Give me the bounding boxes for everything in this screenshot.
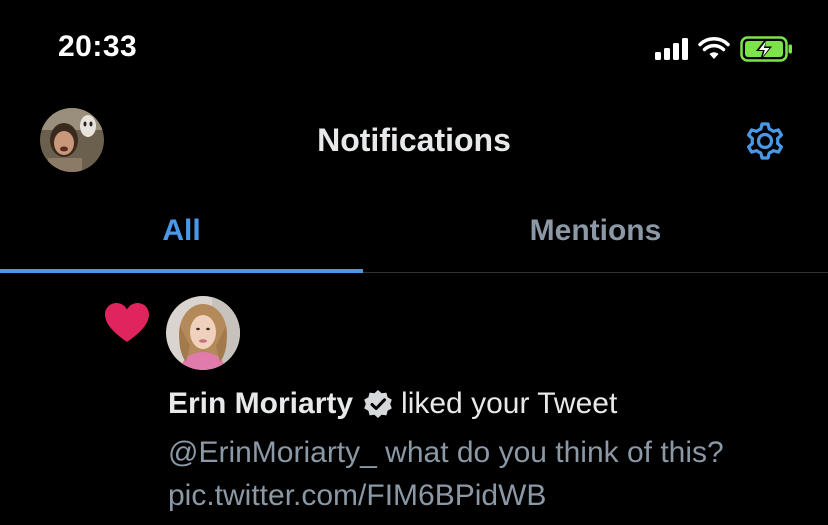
tweet-preview-text: @ErinMoriarty_ what do you think of this… bbox=[168, 436, 724, 512]
gear-icon bbox=[747, 122, 783, 160]
active-tab-indicator bbox=[0, 269, 363, 273]
status-time: 20:33 bbox=[58, 30, 138, 63]
user-avatar-image bbox=[166, 296, 240, 370]
page-title: Notifications bbox=[317, 122, 511, 158]
tab-all-label: All bbox=[162, 214, 201, 247]
notification-item[interactable]: Erin Moriarty liked your Tweet @ErinMori… bbox=[0, 274, 828, 525]
notification-tabs: All Mentions bbox=[0, 190, 828, 273]
user-name[interactable]: Erin Moriarty bbox=[168, 387, 353, 421]
tab-mentions[interactable]: Mentions bbox=[363, 190, 828, 272]
cellular-signal-icon bbox=[655, 38, 688, 60]
status-icons bbox=[655, 36, 794, 62]
verified-badge-icon bbox=[364, 390, 392, 418]
settings-button[interactable] bbox=[742, 118, 788, 164]
notification-summary: Erin Moriarty liked your Tweet bbox=[168, 387, 808, 421]
heart-icon bbox=[105, 303, 149, 342]
battery-charging-icon bbox=[740, 36, 792, 62]
tab-all[interactable]: All bbox=[0, 190, 363, 273]
status-bar: 20:33 bbox=[0, 0, 828, 96]
header: Notifications bbox=[0, 100, 828, 180]
user-avatar[interactable] bbox=[166, 296, 240, 370]
notification-action: liked your Tweet bbox=[401, 387, 618, 420]
tab-mentions-label: Mentions bbox=[529, 214, 662, 247]
notifications-screen: 20:33 Notifications All Mentions Erin Mo… bbox=[0, 0, 828, 525]
wifi-icon bbox=[698, 37, 730, 59]
